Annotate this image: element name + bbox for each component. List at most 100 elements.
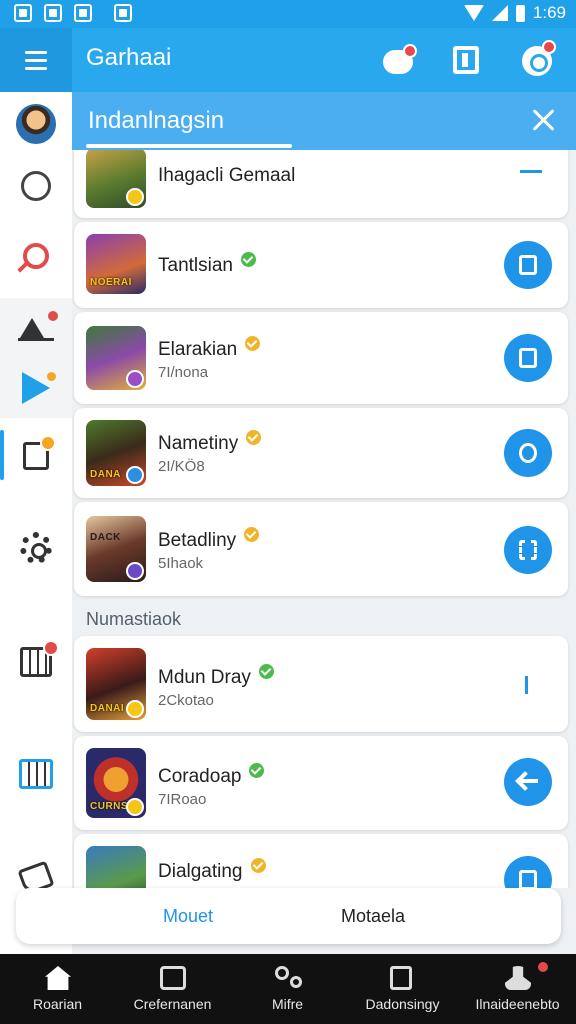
document-icon: [390, 966, 412, 990]
list-item[interactable]: DACK Betadliny 5Ihaok: [74, 502, 568, 596]
magnifier-icon: [519, 443, 537, 463]
game-title: Mdun Dray: [158, 664, 274, 689]
nav-item-profile[interactable]: Ilnaideenebto: [460, 954, 575, 1024]
tab-mouet[interactable]: Mouet: [163, 906, 213, 927]
game-thumbnail: CURNS: [86, 748, 146, 818]
list-item[interactable]: Dialgating: [74, 834, 568, 888]
download-icon: [519, 870, 537, 888]
verified-icon: [244, 527, 260, 542]
nav-label: Ilnaideenebto: [475, 996, 560, 1012]
gear-icon: [20, 532, 52, 564]
sidebar-item-landscape[interactable]: [0, 298, 72, 358]
nav-item-home[interactable]: Roarian: [0, 954, 115, 1024]
sidebar-item-calculator[interactable]: [0, 744, 72, 804]
game-list: Ihagacli Gemaal NOERAI Tantlsian Elaraki…: [72, 150, 576, 888]
close-icon[interactable]: [530, 106, 558, 134]
sidebar-item-search[interactable]: [0, 226, 72, 286]
nodes-icon-part: [290, 976, 302, 988]
verified-icon: [241, 252, 256, 267]
game-title-text: Mdun Dray: [158, 667, 251, 688]
game-thumbnail-label: CURNS: [90, 801, 129, 812]
share-button[interactable]: [504, 526, 552, 574]
play-badge: [47, 372, 56, 381]
install-button[interactable]: [504, 334, 552, 382]
nav-item-screen[interactable]: Crefernanen: [115, 954, 230, 1024]
screen-icon: [160, 966, 186, 990]
list-item[interactable]: Elarakian 7I/nona: [74, 312, 568, 404]
window-icon[interactable]: [453, 46, 479, 74]
game-thumbnail-label: DANA: [90, 469, 121, 480]
verified-icon: [249, 763, 265, 778]
search-bar: Indanlnagsin: [72, 92, 576, 150]
sidebar-item-circle[interactable]: [0, 156, 72, 216]
more-indicator-icon[interactable]: [525, 676, 528, 694]
chat-badge: [403, 44, 417, 58]
game-title: Ihagacli Gemaal: [158, 165, 296, 186]
share-icon: [519, 540, 537, 560]
profile-icon[interactable]: [522, 40, 556, 76]
chat-icon[interactable]: [383, 44, 417, 74]
game-title-text: Tantlsian: [158, 255, 233, 276]
search-button[interactable]: [504, 429, 552, 477]
nav-label: Crefernanen: [133, 996, 212, 1012]
verified-icon: [250, 858, 266, 873]
search-underline: [86, 144, 292, 148]
back-button[interactable]: [504, 758, 552, 806]
game-thumbnail-label: DACK: [90, 532, 121, 543]
game-subtitle: 5Ihaok: [158, 555, 204, 572]
search-input[interactable]: Indanlnagsin: [88, 107, 224, 135]
section-label: Numastiaok: [86, 609, 182, 629]
list-item[interactable]: DANA Nametiny 2I/KÖ8: [74, 408, 568, 498]
hamburger-line: [25, 58, 47, 62]
verified-icon: [258, 664, 274, 679]
tab-motaela[interactable]: Motaela: [341, 906, 405, 927]
circle-icon: [21, 171, 51, 201]
nav-label: Roarian: [32, 996, 83, 1012]
sidebar-item-box[interactable]: [0, 632, 72, 692]
nav-label: Dadonsingy: [365, 996, 440, 1012]
bottom-nav: Roarian Crefernanen Mifre Dadonsingy Iln…: [0, 954, 576, 1024]
game-badge: [126, 466, 144, 484]
sidebar-item-play[interactable]: [0, 358, 72, 418]
game-title: Coradoap: [158, 763, 265, 788]
search-icon: [23, 243, 49, 269]
game-title-text: Coradoap: [158, 766, 242, 787]
game-thumbnail-label: DANAI: [90, 703, 125, 714]
notification-camera-icon: [114, 4, 132, 22]
app-bar: Garhaai: [0, 28, 576, 92]
battery-icon: [515, 4, 525, 22]
install-button[interactable]: [504, 241, 552, 289]
status-system-icons: 1:69: [463, 3, 566, 23]
nav-item-nodes[interactable]: Mifre: [230, 954, 345, 1024]
game-title: Betadliny: [158, 527, 260, 552]
play-icon: [22, 372, 50, 404]
list-item[interactable]: CURNS Coradoap 7IRoao: [74, 736, 568, 830]
game-title-text: Nametiny: [158, 433, 239, 454]
game-title-text: Elarakian: [158, 339, 238, 360]
list-item[interactable]: DANAI Mdun Dray 2Ckotao: [74, 636, 568, 732]
game-thumbnail: DANA: [86, 420, 146, 486]
sidebar-avatar[interactable]: [0, 94, 72, 154]
game-badge: [126, 562, 144, 580]
game-thumbnail: NOERAI: [86, 234, 146, 294]
status-bar: 1:69: [0, 0, 576, 28]
game-title-text: Dialgating: [158, 861, 243, 882]
list-item[interactable]: Ihagacli Gemaal: [74, 150, 568, 218]
sidebar-item-edit[interactable]: [0, 426, 72, 486]
sidebar-item-settings[interactable]: [0, 518, 72, 578]
box-icon: [20, 640, 59, 677]
app-title: Garhaai: [86, 44, 172, 71]
list-item[interactable]: NOERAI Tantlsian: [74, 222, 568, 308]
collapse-icon[interactable]: [520, 170, 542, 173]
notification-doc-icon: [44, 4, 62, 22]
install-button[interactable]: [504, 856, 552, 888]
menu-button[interactable]: [0, 28, 72, 92]
nav-item-document[interactable]: Dadonsingy: [345, 954, 460, 1024]
game-subtitle: 2I/KÖ8: [158, 458, 205, 475]
notification-image-icon: [14, 4, 32, 22]
game-badge: [126, 798, 144, 816]
game-subtitle: 7IRoao: [158, 791, 207, 808]
segment-tabs: Mouet Motaela: [16, 888, 561, 944]
game-badge: [126, 370, 144, 388]
download-icon: [519, 255, 537, 275]
